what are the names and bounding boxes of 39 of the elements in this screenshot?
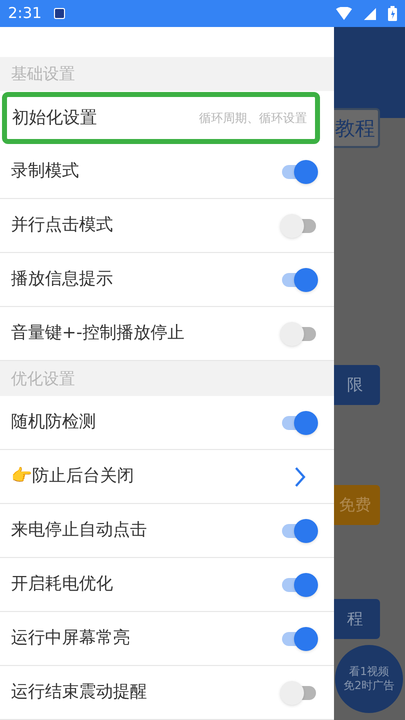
row-detail: 循环周期、循环设置 <box>199 110 307 128</box>
row-label: 音量键+-控制播放停止 <box>11 322 186 346</box>
battery-icon <box>388 6 397 21</box>
settings-row[interactable]: 来电停止自动点击 <box>0 504 334 558</box>
row-label: 随机防检测 <box>11 410 97 434</box>
chevron-right-icon <box>294 466 306 488</box>
toggle-switch[interactable] <box>280 410 318 436</box>
row-label: 并行点击模式 <box>11 214 114 238</box>
section-header: 基础设置 <box>11 63 75 86</box>
row-label: 运行中屏幕常亮 <box>11 626 131 650</box>
toggle-switch[interactable] <box>280 320 318 347</box>
toggle-switch[interactable] <box>280 680 318 706</box>
signal-icon <box>364 8 376 20</box>
toggle-switch[interactable] <box>280 572 318 598</box>
toggle-switch[interactable] <box>280 518 318 544</box>
row-label: 播放信息提示 <box>11 268 114 292</box>
settings-row[interactable]: 录制模式 <box>0 145 334 200</box>
toggle-switch[interactable] <box>280 626 318 652</box>
row-label: 👉防止后台关闭 <box>11 464 135 488</box>
settings-row[interactable]: 👉防止后台关闭 <box>0 450 334 504</box>
toggle-switch[interactable] <box>280 212 318 239</box>
wifi-icon <box>336 7 352 20</box>
settings-row[interactable]: 开启耗电优化 <box>0 558 334 612</box>
section-header: 优化设置 <box>11 368 75 390</box>
row-label: 录制模式 <box>11 160 80 184</box>
settings-row[interactable]: 随机防检测 <box>0 396 334 450</box>
settings-row[interactable]: 运行中屏幕常亮 <box>0 612 334 666</box>
settings-row[interactable]: 初始化设置 循环周期、循环设置 <box>2 92 320 144</box>
status-time: 2:31 <box>8 3 42 24</box>
row-label: 初始化设置 <box>12 106 98 130</box>
row-label: 开启耗电优化 <box>11 572 114 596</box>
settings-row[interactable]: 运行结束震动提醒 <box>0 666 334 720</box>
row-label: 来电停止自动点击 <box>11 518 148 542</box>
toggle-switch[interactable] <box>280 266 318 293</box>
toggle-switch[interactable] <box>280 158 318 185</box>
notification-icon <box>54 8 65 19</box>
row-label: 运行结束震动提醒 <box>11 680 148 704</box>
settings-row[interactable]: 播放信息提示 <box>0 253 334 308</box>
settings-row[interactable]: 并行点击模式 <box>0 199 334 254</box>
